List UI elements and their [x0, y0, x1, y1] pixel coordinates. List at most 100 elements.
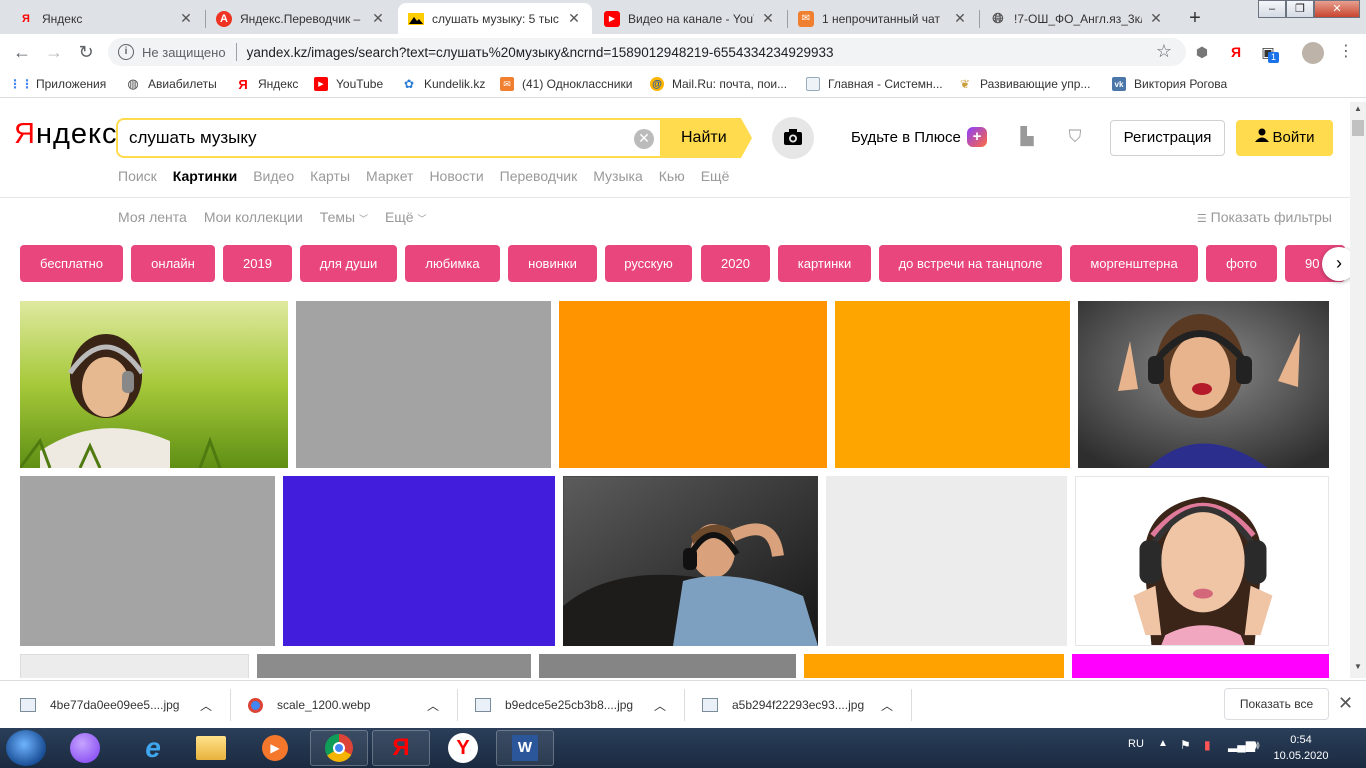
download-item-3[interactable]: b9edce5e25cb3b8....jpg	[475, 693, 633, 717]
bookmark-aviabilety[interactable]: ◍ Авиабилеты	[126, 75, 216, 93]
chip-novinki[interactable]: новинки	[508, 245, 597, 282]
new-tab-button[interactable]: +	[1182, 5, 1208, 31]
clear-search-icon[interactable]: ✕	[634, 129, 654, 149]
service-more[interactable]: Ещё	[701, 168, 730, 184]
chip-2019[interactable]: 2019	[223, 245, 292, 282]
window-close-button[interactable]: ✕	[1314, 0, 1360, 18]
start-button[interactable]	[6, 730, 46, 766]
clock[interactable]: 0:54 10.05.2020	[1268, 732, 1334, 764]
image-result-girl-headphones[interactable]	[1075, 476, 1329, 646]
show-filters-button[interactable]: ☰ Показать фильтры	[1197, 209, 1332, 225]
browser-tab-images[interactable]: слушать музыку: 5 тыс ✕	[398, 3, 592, 34]
image-result-girl-dancing[interactable]	[1078, 301, 1329, 468]
chip-lyubimka[interactable]: любимка	[405, 245, 500, 282]
ie-app-icon[interactable]: e	[124, 730, 182, 766]
close-icon[interactable]: ✕	[1338, 693, 1353, 714]
browser-tab-yandex[interactable]: Я Яндекс ✕	[8, 3, 204, 34]
bookmark-yandex[interactable]: Я Яндекс	[236, 75, 298, 93]
menu-dots-icon[interactable]: ⋮	[1336, 42, 1356, 62]
tray-expand-icon[interactable]: ▲	[1158, 738, 1168, 749]
download-item-2[interactable]: scale_1200.webp	[248, 693, 370, 717]
chevron-up-icon[interactable]: ︿	[427, 693, 439, 717]
flag-icon[interactable]: ⚑	[1180, 738, 1191, 752]
close-icon[interactable]: ✕	[952, 10, 968, 27]
bookmark-razvivayushchie[interactable]: ❦ Развивающие упр...	[958, 75, 1090, 93]
image-result-11[interactable]	[20, 654, 249, 678]
yandex-extension-icon[interactable]: Я	[1226, 42, 1246, 62]
collections-icon[interactable]: ▙	[1016, 126, 1038, 148]
download-item-1[interactable]: 4be77da0ee09ee5....jpg	[20, 693, 179, 717]
close-icon[interactable]: ✕	[1148, 10, 1164, 27]
more-dropdown[interactable]: Ещё ﹀	[385, 209, 427, 225]
browser-tab-youtube[interactable]: ▶ Видео на канале - YouT ✕	[594, 3, 786, 34]
scroll-down-arrow-icon[interactable]: ▼	[1350, 662, 1366, 676]
service-market[interactable]: Маркет	[366, 168, 413, 184]
bookmark-vk[interactable]: vk Виктория Рогова	[1112, 75, 1227, 93]
chip-dlya-dushi[interactable]: для души	[300, 245, 397, 282]
camera-search-icon[interactable]	[772, 117, 814, 159]
scrollbar-thumb[interactable]	[1352, 120, 1364, 136]
profile-avatar[interactable]	[1302, 42, 1324, 64]
search-button[interactable]: Найти	[660, 118, 752, 158]
language-indicator[interactable]: RU	[1128, 738, 1144, 750]
yandex-browser-app-icon[interactable]: Y	[434, 730, 492, 766]
minimize-button[interactable]: –	[1258, 0, 1286, 18]
chevron-up-icon[interactable]: ︿	[200, 693, 212, 717]
browser-tab-english[interactable]: 🌐︎ !7-ОШ_ФО_Англ.яз_3кл ✕	[980, 3, 1174, 34]
browser-tab-translate[interactable]: A Яндекс.Переводчик – с ✕	[206, 3, 396, 34]
close-icon[interactable]: ✕	[370, 10, 386, 27]
bookmark-glavnaya[interactable]: Главная - Системн...	[806, 75, 943, 93]
yandex-app-icon[interactable]: Я	[372, 730, 430, 766]
chevron-up-icon[interactable]: ︿	[654, 693, 666, 717]
chip-onlain[interactable]: онлайн	[131, 245, 215, 282]
bookmark-odnoklassniki[interactable]: ✉ (41) Одноклассники	[500, 75, 632, 93]
service-news[interactable]: Новости	[429, 168, 483, 184]
service-images[interactable]: Картинки	[173, 168, 237, 184]
browser-tab-mail[interactable]: ✉ 1 непрочитанный чат ✕	[788, 3, 978, 34]
chip-morgenshterna[interactable]: моргенштерна	[1070, 245, 1198, 282]
search-input[interactable]: слушать музыку ✕	[116, 118, 662, 158]
bookmark-kundelik[interactable]: ✿ Kundelik.kz	[402, 75, 485, 93]
image-result-girl-grass[interactable]	[20, 301, 288, 468]
bookmark-apps[interactable]: ⋮⋮ Приложения	[9, 75, 106, 93]
reload-icon[interactable]: ↻	[74, 40, 98, 64]
image-result-2[interactable]	[296, 301, 551, 468]
close-icon[interactable]: ✕	[566, 10, 582, 27]
image-result-14[interactable]	[804, 654, 1064, 678]
shield-extension-icon[interactable]: ⬢	[1192, 42, 1212, 62]
login-button[interactable]: Войти	[1236, 120, 1333, 156]
url-text[interactable]: yandex.kz/images/search?text=слушать%20м…	[247, 45, 834, 60]
image-result-15[interactable]	[1072, 654, 1329, 678]
topics-dropdown[interactable]: Темы ﹀	[320, 209, 368, 225]
image-result-9[interactable]	[826, 476, 1067, 646]
chevron-right-icon[interactable]: ›	[1322, 247, 1350, 281]
download-item-4[interactable]: a5b294f22293ec93....jpg	[702, 693, 864, 717]
bookmark-star-icon[interactable]: ☆	[1156, 41, 1172, 62]
service-music[interactable]: Музыка	[593, 168, 643, 184]
chip-russkuyu[interactable]: русскую	[605, 245, 692, 282]
chevron-up-icon[interactable]: ︿	[881, 693, 893, 717]
back-arrow-icon[interactable]: ←	[10, 40, 34, 64]
image-result-4[interactable]	[835, 301, 1070, 468]
plus-promo-link[interactable]: Будьте в Плюсе	[851, 129, 961, 146]
image-result-12[interactable]	[257, 654, 531, 678]
battery-icon[interactable]: ▮	[1204, 738, 1211, 752]
word-app-icon[interactable]: W	[496, 730, 554, 766]
chip-besplatno[interactable]: бесплатно	[20, 245, 123, 282]
service-search[interactable]: Поиск	[118, 168, 157, 184]
cube-extension-icon[interactable]: ▣1	[1258, 42, 1280, 63]
page-scrollbar[interactable]: ▲ ▼	[1350, 102, 1366, 678]
chip-do-vstrechi[interactable]: до встречи на танцполе	[879, 245, 1062, 282]
close-icon[interactable]: ✕	[760, 10, 776, 27]
register-button[interactable]: Регистрация	[1110, 120, 1225, 156]
scroll-up-arrow-icon[interactable]: ▲	[1350, 104, 1366, 118]
shield-icon[interactable]: ⛉	[1064, 126, 1086, 148]
bookmark-youtube[interactable]: ▶ YouTube	[314, 75, 383, 93]
explorer-app-icon[interactable]	[182, 730, 240, 766]
chip-2020[interactable]: 2020	[701, 245, 770, 282]
info-icon[interactable]: i	[118, 44, 134, 60]
chrome-app-icon[interactable]	[310, 730, 368, 766]
network-icon[interactable]: ▂▄▆	[1228, 738, 1255, 752]
alice-app-icon[interactable]	[56, 730, 114, 766]
chip-kartinki[interactable]: картинки	[778, 245, 871, 282]
